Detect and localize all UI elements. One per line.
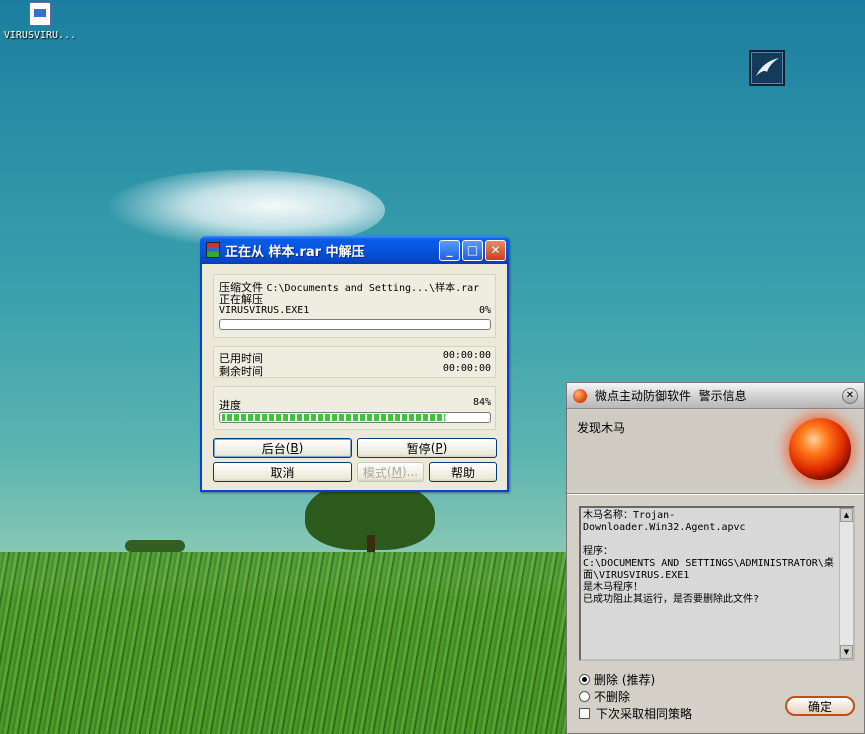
- winrar-extract-dialog: 正在从 样本.rar 中解压 _ □ ✕ 压缩文件 C:\Documents a…: [200, 236, 509, 492]
- mode-button: 模式(M)...: [357, 462, 424, 482]
- elapsed-value: 00:00:00: [442, 350, 491, 361]
- help-button[interactable]: 帮助: [429, 462, 497, 482]
- keep-radio[interactable]: [579, 691, 590, 702]
- file-percent: 0%: [478, 305, 491, 316]
- remaining-value: 00:00:00: [442, 363, 491, 374]
- ok-button[interactable]: 确定: [785, 696, 855, 716]
- alert-app-icon: [573, 388, 587, 403]
- delete-radio[interactable]: [579, 674, 590, 685]
- antivirus-shield-icon[interactable]: [749, 50, 785, 86]
- minimize-icon: _: [446, 243, 453, 257]
- time-panel: 已用时间 00:00:00 剩余时间 00:00:00: [213, 346, 496, 378]
- winrar-title: 正在从 样本.rar 中解压: [225, 244, 365, 260]
- progress-row: 进度 84%: [219, 397, 491, 413]
- winrar-titlebar[interactable]: 正在从 样本.rar 中解压 _ □ ✕: [200, 236, 509, 264]
- cancel-button[interactable]: 取消: [213, 462, 352, 482]
- overall-progress-fill: [220, 413, 447, 422]
- progress-percent: 84%: [472, 397, 491, 408]
- executable-file-icon: [29, 2, 51, 26]
- ok-button-label: 确定: [807, 699, 832, 714]
- alert-heading: 发现木马: [577, 421, 626, 435]
- alert-message: 木马名称：Trojan- Downloader.Win32.Agent.apvc…: [583, 510, 834, 605]
- remaining-row: 剩余时间 00:00:00: [219, 363, 491, 379]
- bush-decoration: [125, 540, 185, 552]
- pause-hotkey: P: [435, 441, 443, 455]
- alert-message-box: 木马名称：Trojan- Downloader.Win32.Agent.apvc…: [579, 506, 855, 661]
- winrar-app-icon: [206, 242, 220, 258]
- background-button-label: 后台: [261, 441, 286, 456]
- alert-close-button[interactable]: ✕: [842, 387, 858, 404]
- close-icon: ✕: [490, 243, 501, 257]
- file-info-panel: 压缩文件 C:\Documents and Setting...\样本.rar …: [213, 274, 496, 338]
- scroll-down-icon[interactable]: ▼: [840, 645, 853, 659]
- file-progress-fill: [220, 320, 224, 329]
- antivirus-alert-window: 微点主动防御软件 警示信息 ✕ 发现木马 木马名称：Trojan- Downlo…: [566, 382, 865, 734]
- maximize-icon: □: [466, 243, 479, 257]
- tree-trunk-decoration: [367, 535, 375, 553]
- delete-option[interactable]: 删除 (推荐): [579, 671, 655, 688]
- mode-button-label: 模式: [362, 465, 387, 480]
- current-file-name: VIRUSVIRUS.EXE1: [219, 305, 310, 316]
- file-progress-bar: [219, 319, 491, 330]
- alert-header: 发现木马: [567, 410, 864, 490]
- keep-option[interactable]: 不删除: [579, 688, 630, 705]
- remember-checkbox[interactable]: [579, 708, 590, 719]
- desktop-file-label: VIRUSVIRU...: [3, 30, 77, 41]
- overall-progress-panel: 进度 84%: [213, 386, 496, 430]
- remember-option[interactable]: 下次采取相同策略: [579, 705, 692, 722]
- mode-hotkey: M: [391, 465, 402, 479]
- current-file-row: VIRUSVIRUS.EXE1 0%: [219, 305, 491, 316]
- delete-option-label: 删除 (推荐): [594, 673, 656, 687]
- alert-titlebar[interactable]: 微点主动防御软件 警示信息 ✕: [567, 383, 864, 409]
- close-icon: ✕: [845, 390, 855, 401]
- divider: [567, 493, 864, 495]
- close-button[interactable]: ✕: [485, 239, 506, 261]
- progress-label: 进度: [219, 399, 241, 412]
- help-button-label: 帮助: [450, 465, 475, 480]
- minimize-button[interactable]: _: [439, 239, 460, 261]
- maximize-button[interactable]: □: [462, 239, 483, 261]
- overall-progress-bar: [219, 412, 491, 423]
- red-alarm-light-icon: [789, 418, 851, 480]
- keep-option-label: 不删除: [594, 690, 631, 704]
- message-scrollbar[interactable]: ▲ ▼: [839, 508, 853, 659]
- alert-title: 微点主动防御软件 警示信息: [595, 389, 747, 403]
- background-hotkey: B: [290, 441, 299, 455]
- remaining-label: 剩余时间: [219, 365, 263, 378]
- remember-option-label: 下次采取相同策略: [596, 707, 693, 721]
- cancel-button-label: 取消: [270, 465, 295, 480]
- pause-button[interactable]: 暂停(P): [357, 438, 497, 458]
- pause-button-label: 暂停: [406, 441, 431, 456]
- scroll-up-icon[interactable]: ▲: [840, 508, 853, 522]
- desktop-file-icon[interactable]: VIRUSVIRU...: [0, 0, 80, 41]
- background-button[interactable]: 后台(B): [213, 438, 352, 458]
